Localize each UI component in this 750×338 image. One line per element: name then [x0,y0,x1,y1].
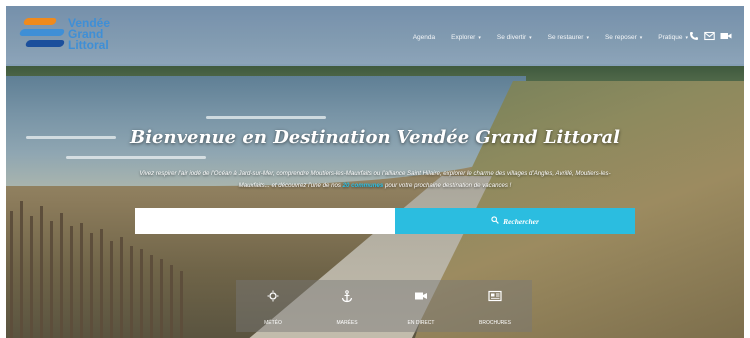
anchor-icon [341,290,353,306]
nav-label: Explorer [451,34,476,41]
site-logo[interactable]: Vendée Grand Littoral [18,12,138,60]
nav-item-explorer[interactable]: Explorer ▾ [451,34,481,41]
hero-foam [206,116,326,119]
video-camera-icon [414,290,428,306]
nav-item-pratique[interactable]: Pratique ▾ [658,34,688,41]
search-bar: Rechercher [135,208,635,234]
nav-label: Se restaurer [547,34,584,41]
quick-link-label: MÉTÉO [264,320,282,326]
phone-icon[interactable] [689,31,699,44]
chevron-down-icon: ▾ [586,35,589,41]
nav-label: Se reposer [604,34,637,41]
quick-link-brochures[interactable]: BROCHURES [458,280,532,332]
hero-foam [66,156,206,159]
nav-label: Agenda [412,34,436,41]
logo-stripe-light-blue [18,29,66,36]
logo-text: Vendée Grand Littoral [68,17,110,52]
chevron-down-icon: ▾ [639,35,643,41]
nav-item-se-restaurer[interactable]: Se restaurer ▾ [548,34,589,41]
chevron-down-icon: ▾ [685,35,688,41]
communes-link[interactable]: 20 communes [343,182,384,189]
search-button[interactable]: Rechercher [395,208,635,234]
page-title: Bienvenue en Destination Vendée Grand Li… [130,127,620,148]
quick-link-meteo[interactable]: MÉTÉO [236,280,310,332]
nav-item-se-divertir[interactable]: Se divertir ▾ [497,34,532,41]
nav-label: Se divertir [496,34,527,41]
quick-link-en-direct[interactable]: EN DIRECT [384,280,458,332]
newspaper-icon [488,290,502,306]
nav-label: Pratique [658,34,683,41]
hero-subtitle: Vivez respirer l’air iodé de l’Océan à J… [128,168,622,192]
search-button-label: Rechercher [503,216,539,226]
quick-link-label: BROCHURES [479,320,511,326]
quick-link-label: EN DIRECT [407,320,435,326]
subtitle-text-end: pour votre prochaine destination de vaca… [383,182,512,189]
nav-item-agenda[interactable]: Agenda [413,34,435,41]
nav-item-se-reposer[interactable]: Se reposer ▾ [605,34,642,41]
logo-line-3: Littoral [68,38,109,52]
logo-stripe-orange [22,18,58,25]
search-icon [491,216,499,226]
logo-stripe-blue [24,40,66,47]
quick-link-marees[interactable]: MARÉES [310,280,384,332]
quick-link-label: MARÉES [336,320,358,326]
site-header: Vendée Grand Littoral Agenda Explorer ▾ S… [6,6,744,64]
sun-icon [267,290,279,306]
main-nav: Agenda Explorer ▾ Se divertir ▾ Se restaur… [413,34,688,41]
mail-icon[interactable] [704,31,715,44]
chevron-down-icon: ▾ [478,35,481,41]
video-icon[interactable] [720,31,732,44]
chevron-down-icon: ▾ [529,35,532,41]
quick-links: MÉTÉO MARÉES EN DIRECT BROCHURES [236,280,532,332]
header-icons [689,31,732,44]
search-input[interactable] [135,208,395,234]
